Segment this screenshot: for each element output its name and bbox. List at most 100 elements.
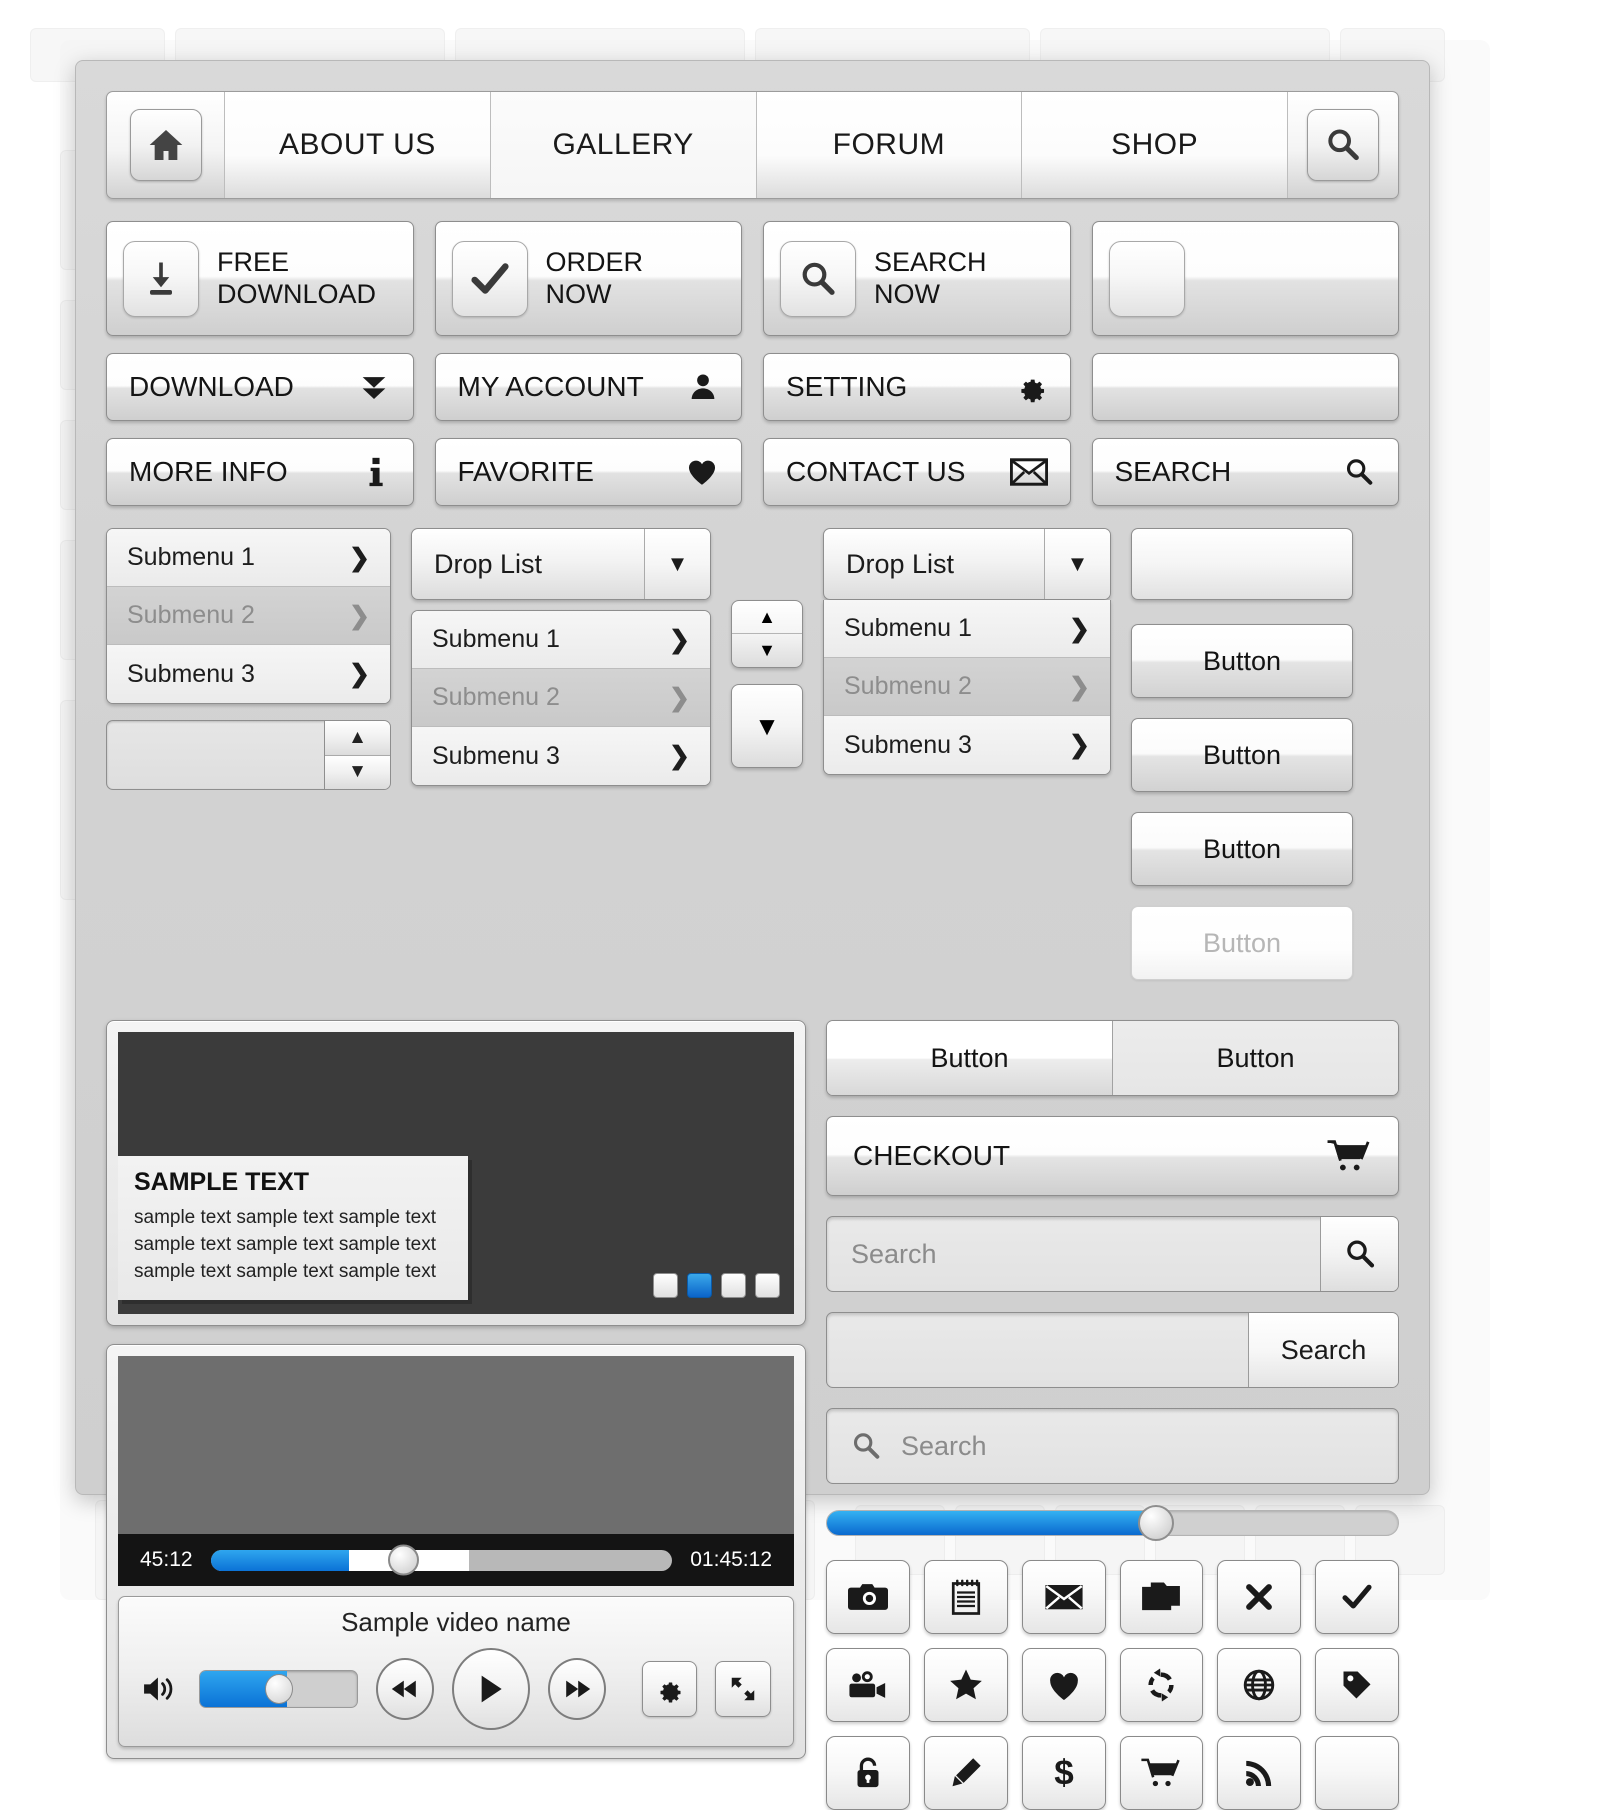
nav-search-cell[interactable] <box>1288 92 1398 198</box>
blank-box[interactable] <box>1131 528 1353 600</box>
video-seek-knob[interactable] <box>388 1544 419 1576</box>
fast-forward-icon[interactable] <box>547 1658 606 1720</box>
refresh-icon[interactable] <box>1119 1648 1204 1722</box>
droplist-b-item-2[interactable]: Submenu 2 ❯ <box>412 669 710 727</box>
spinner-down-arrow-icon[interactable]: ▼ <box>325 755 390 789</box>
check-icon[interactable] <box>1315 1560 1399 1634</box>
search-now-button[interactable]: SEARCH NOW <box>763 221 1071 336</box>
search-field-with-icon[interactable]: Search <box>826 1216 1399 1292</box>
side-button-1[interactable]: Button <box>1131 624 1353 698</box>
scroll-arrow-stack: ▲ ▼ ▼ <box>731 600 803 768</box>
speaker-icon[interactable] <box>141 1673 181 1705</box>
pagination-dot-2-active[interactable] <box>687 1273 712 1298</box>
blank-icon[interactable] <box>1315 1736 1399 1810</box>
search-icon <box>849 1429 883 1463</box>
star-icon[interactable] <box>923 1648 1008 1722</box>
rewind-icon[interactable] <box>376 1658 435 1720</box>
nav-home-cell[interactable] <box>107 92 225 198</box>
setting-button[interactable]: SETTING <box>763 353 1071 421</box>
segment-right[interactable]: Button <box>1113 1021 1398 1095</box>
play-icon[interactable] <box>452 1648 530 1730</box>
search-input[interactable]: Search <box>827 1239 1320 1270</box>
nav-label: ABOUT US <box>278 128 436 161</box>
download-button[interactable]: DOWNLOAD <box>106 353 414 421</box>
pagination-dot-1[interactable] <box>653 1273 678 1298</box>
search-field-leading-icon[interactable]: Search <box>826 1408 1399 1484</box>
range-track[interactable] <box>826 1510 1399 1536</box>
dollar-icon[interactable]: $ <box>1021 1736 1106 1810</box>
segmented-control[interactable]: Button Button <box>826 1020 1399 1096</box>
nav-item-shop[interactable]: SHOP <box>1022 92 1288 198</box>
envelope-icon[interactable] <box>1021 1560 1106 1634</box>
gear-icon[interactable] <box>641 1661 698 1717</box>
video-seek-track[interactable] <box>210 1549 673 1571</box>
scroll-up-arrow-icon[interactable]: ▲ <box>732 601 802 634</box>
nav-item-gallery[interactable]: GALLERY <box>490 92 757 198</box>
number-spinner[interactable]: ▲ ▼ <box>106 720 391 790</box>
home-icon[interactable] <box>129 109 202 181</box>
droplist-c-item-2[interactable]: Submenu 2 ❯ <box>824 658 1110 716</box>
droplist-c-menu: Submenu 1 ❯ Submenu 2 ❯ Submenu 3 ❯ <box>823 600 1111 775</box>
close-icon[interactable] <box>1217 1560 1302 1634</box>
pagination-dot-4[interactable] <box>755 1273 780 1298</box>
more-info-button[interactable]: MORE INFO <box>106 438 414 506</box>
search-bar-button[interactable]: SEARCH <box>1091 438 1399 506</box>
spinner-input[interactable] <box>107 721 324 789</box>
dual-scroll-arrows[interactable]: ▲ ▼ <box>731 600 803 668</box>
droplist-c-item-3[interactable]: Submenu 3 ❯ <box>824 716 1110 774</box>
order-now-button[interactable]: ORDER NOW <box>434 221 742 336</box>
droplist-b-item-1[interactable]: Submenu 1 ❯ <box>412 611 710 669</box>
droplist-c-item-1[interactable]: Submenu 1 ❯ <box>824 600 1110 658</box>
nav-item-forum[interactable]: FORUM <box>756 92 1023 198</box>
droplist-c[interactable]: Drop List ▼ <box>823 528 1111 600</box>
fullscreen-icon[interactable] <box>715 1661 772 1717</box>
droplist-b[interactable]: Drop List ▼ <box>411 528 711 600</box>
contact-us-button[interactable]: CONTACT US <box>763 438 1071 506</box>
search-icon[interactable] <box>1320 1217 1398 1291</box>
tag-icon[interactable] <box>1315 1648 1399 1722</box>
info-icon <box>361 455 391 489</box>
volume-slider[interactable] <box>199 1670 359 1708</box>
range-slider[interactable] <box>826 1505 1399 1541</box>
search-input-wrapper[interactable]: Search <box>827 1429 1398 1463</box>
rss-icon[interactable] <box>1217 1736 1302 1810</box>
droplist-b-item-3[interactable]: Submenu 3 ❯ <box>412 727 710 785</box>
nav-item-about-us[interactable]: ABOUT US <box>225 92 491 198</box>
envelope-icon <box>1009 457 1048 487</box>
heart-icon[interactable] <box>1021 1648 1106 1722</box>
side-button-2[interactable]: Button <box>1131 718 1353 792</box>
scroll-down-arrow-icon[interactable]: ▼ <box>758 634 776 667</box>
notepad-icon[interactable] <box>923 1560 1008 1634</box>
submenu-item-3[interactable]: Submenu 3 ❯ <box>107 645 390 703</box>
chevron-down-icon[interactable]: ▼ <box>1044 529 1110 599</box>
video-surface[interactable]: 45:12 01:45:12 <box>118 1356 794 1586</box>
free-download-button[interactable]: FREE DOWNLOAD <box>106 221 414 336</box>
search-field-with-button[interactable]: Search <box>826 1312 1399 1388</box>
pagination-dot-3[interactable] <box>721 1273 746 1298</box>
search-button[interactable]: Search <box>1248 1313 1398 1387</box>
side-button-3[interactable]: Button <box>1131 812 1353 886</box>
side-button-label: Button <box>1202 739 1282 770</box>
cart-icon[interactable] <box>1119 1736 1204 1810</box>
globe-icon[interactable] <box>1217 1648 1302 1722</box>
submenu-item-1[interactable]: Submenu 1 ❯ <box>107 529 390 587</box>
segment-left[interactable]: Button <box>827 1021 1113 1095</box>
chevron-down-icon[interactable]: ▼ <box>644 529 710 599</box>
blank-bar-button-1[interactable] <box>1091 353 1399 421</box>
search-icon[interactable] <box>1307 109 1379 181</box>
my-account-button[interactable]: MY ACCOUNT <box>434 353 742 421</box>
blank-big-button[interactable] <box>1091 221 1399 336</box>
spinner-up-arrow-icon[interactable]: ▲ <box>325 721 390 756</box>
volume-knob[interactable] <box>264 1674 293 1704</box>
range-knob[interactable] <box>1138 1505 1175 1541</box>
favorite-button[interactable]: FAVORITE <box>434 438 742 506</box>
pencil-icon[interactable] <box>923 1736 1008 1810</box>
nav-label: SHOP <box>1111 128 1199 161</box>
folder-icon[interactable] <box>1119 1560 1204 1634</box>
video-camera-icon[interactable] <box>826 1648 910 1722</box>
checkout-button[interactable]: CHECKOUT <box>826 1116 1399 1196</box>
lock-icon[interactable] <box>826 1736 910 1810</box>
scroll-down-button[interactable]: ▼ <box>731 684 803 768</box>
camera-icon[interactable] <box>826 1560 910 1634</box>
submenu-item-2[interactable]: Submenu 2 ❯ <box>107 587 390 645</box>
